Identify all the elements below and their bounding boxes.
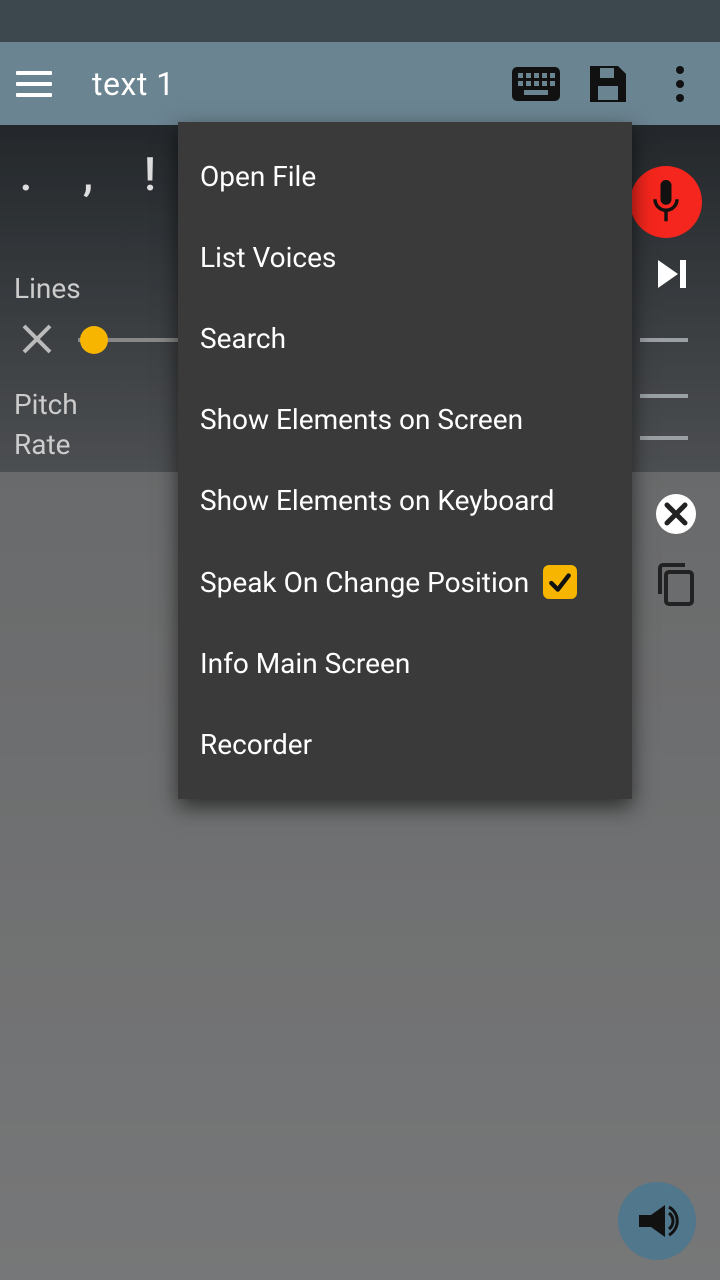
comma-button[interactable]: ,	[70, 148, 106, 202]
menu-item-label: Search	[200, 322, 286, 355]
menu-item-label: Info Main Screen	[200, 647, 410, 680]
keyboard-button[interactable]	[508, 56, 564, 112]
rate-slider-right[interactable]	[640, 436, 688, 440]
menu-item-label: Open File	[200, 160, 316, 193]
mic-icon	[649, 180, 683, 224]
menu-info-main-screen[interactable]: Info Main Screen	[178, 623, 632, 704]
menu-show-elements-keyboard[interactable]: Show Elements on Keyboard	[178, 460, 632, 541]
keyboard-icon	[512, 67, 560, 101]
pitch-slider-right[interactable]	[640, 394, 688, 398]
menu-search[interactable]: Search	[178, 298, 632, 379]
speak-fab[interactable]	[618, 1182, 696, 1260]
overflow-button[interactable]	[652, 56, 708, 112]
megaphone-icon	[635, 1201, 679, 1241]
menu-item-label: Recorder	[200, 728, 312, 761]
panel-copy-button[interactable]	[656, 562, 696, 610]
menu-recorder[interactable]: Recorder	[178, 704, 632, 785]
menu-list-voices[interactable]: List Voices	[178, 217, 632, 298]
panel-close-button[interactable]	[656, 494, 696, 534]
page-title: text 1	[92, 65, 492, 103]
lines-slider-thumb[interactable]	[80, 326, 108, 354]
menu-item-label: Speak On Change Position	[200, 566, 529, 599]
menu-show-elements-screen[interactable]: Show Elements on Screen	[178, 379, 632, 460]
menu-speak-on-change[interactable]: Speak On Change Position	[178, 541, 632, 623]
dot-button[interactable]: .	[8, 148, 44, 202]
menu-item-label: Show Elements on Keyboard	[200, 484, 554, 517]
menu-icon[interactable]	[12, 62, 56, 106]
lines-label: Lines	[14, 272, 81, 305]
checkbox-checked-icon	[543, 565, 577, 599]
lines-slider-right[interactable]	[640, 338, 688, 342]
save-icon	[586, 62, 630, 106]
close-circle-icon	[663, 501, 689, 527]
skip-next-icon	[654, 256, 690, 292]
rate-label: Rate	[14, 428, 71, 461]
menu-item-label: List Voices	[200, 241, 336, 274]
menu-open-file[interactable]: Open File	[178, 136, 632, 217]
close-icon	[20, 322, 54, 356]
clear-lines-button[interactable]	[20, 322, 54, 360]
menu-item-label: Show Elements on Screen	[200, 403, 523, 436]
pitch-label: Pitch	[14, 388, 78, 421]
save-button[interactable]	[580, 56, 636, 112]
copy-icon	[656, 562, 696, 606]
app-bar: text 1	[0, 42, 720, 125]
overflow-menu: Open File List Voices Search Show Elemen…	[178, 122, 632, 799]
exclamation-button[interactable]: !	[132, 148, 168, 202]
mic-button[interactable]	[630, 166, 702, 238]
skip-next-button[interactable]	[654, 256, 690, 296]
more-vert-icon	[675, 64, 685, 104]
status-bar	[0, 0, 720, 42]
